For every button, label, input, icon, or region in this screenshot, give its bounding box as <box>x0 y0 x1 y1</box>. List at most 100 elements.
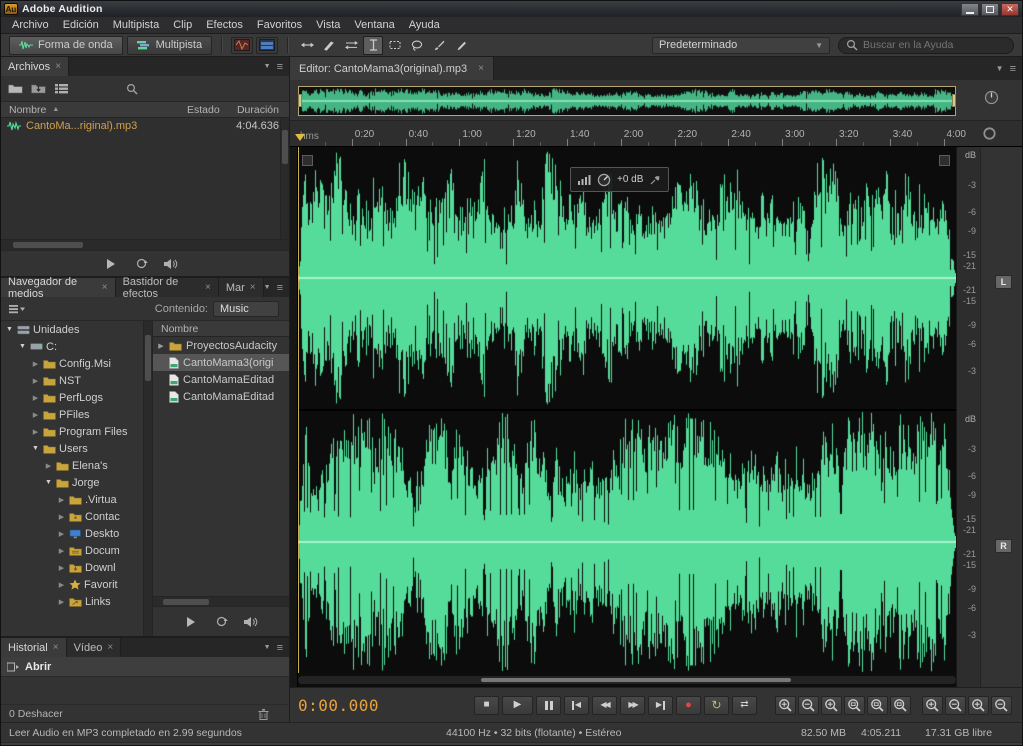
panel-menu-icon[interactable]: ≡ <box>277 642 283 654</box>
zoom-out-button[interactable] <box>798 696 819 715</box>
expand-icon[interactable]: ▶ <box>57 496 66 504</box>
open-folder-button[interactable] <box>5 80 25 98</box>
expand-icon[interactable]: ▶ <box>57 581 66 589</box>
play-button[interactable] <box>101 255 121 273</box>
corner-toggle-icon[interactable] <box>302 155 313 166</box>
tree-item-docum[interactable]: ▶Docum <box>1 542 152 559</box>
expand-icon[interactable]: ▶ <box>57 547 66 555</box>
tree-item-deskto[interactable]: ▶Deskto <box>1 525 152 542</box>
help-search-box[interactable] <box>838 37 1014 54</box>
tree-item-jorge[interactable]: ▼Jorge <box>1 474 152 491</box>
tree-vertical-scrollbar[interactable] <box>143 321 152 636</box>
files-horizontal-scrollbar[interactable] <box>1 239 289 250</box>
panel-filter-button[interactable] <box>7 300 27 318</box>
waveform-display[interactable]: +0 dB <box>298 147 956 687</box>
tree-item-downl[interactable]: ▶Downl <box>1 559 152 576</box>
skip-selection-button[interactable]: ⇄ <box>732 696 757 715</box>
db-scale-ruler[interactable]: dB-3-6-9-15-21-21-15-9-6-3dB-3-6-9-15-21… <box>956 147 980 687</box>
tree-item-contac[interactable]: ▶Contac <box>1 508 152 525</box>
help-search-input[interactable] <box>863 39 993 51</box>
multipista-button[interactable]: Multipista <box>127 36 212 55</box>
editor-tab[interactable]: Editor: CantoMama3(original).mp3 × <box>290 57 494 80</box>
expand-icon[interactable]: ▶ <box>31 377 40 385</box>
tree-item-favorit[interactable]: ▶Favorit <box>1 576 152 593</box>
tree-item-unidades[interactable]: ▼Unidades <box>1 321 152 338</box>
record-button[interactable]: ● <box>676 696 701 715</box>
zoom-right-edge-button[interactable] <box>890 696 911 715</box>
zoom-in-button[interactable] <box>775 696 796 715</box>
panel-menu-icon[interactable]: ≡ <box>1010 63 1016 75</box>
pause-button[interactable] <box>536 696 561 715</box>
paintbrush-tool-button[interactable] <box>429 36 449 55</box>
vertical-zoom-out-button[interactable] <box>945 696 966 715</box>
horizontal-zoom-out-button[interactable] <box>991 696 1012 715</box>
tree-item-program-files[interactable]: ▶Program Files <box>1 423 152 440</box>
workspace-dropdown[interactable]: Predeterminado ▼ <box>652 37 830 54</box>
timeline-ruler[interactable]: hms 0:200:401:001:201:402:002:202:403:00… <box>290 120 1022 147</box>
right-channel-waveform[interactable] <box>298 411 956 673</box>
left-channel-badge[interactable]: L <box>995 275 1012 289</box>
knob-icon[interactable] <box>984 90 999 105</box>
history-tab-video[interactable]: Vídeo× <box>67 638 122 657</box>
menu-multipista[interactable]: Multipista <box>106 19 166 31</box>
time-selection-tool-button[interactable] <box>363 36 383 55</box>
close-icon[interactable]: × <box>107 642 113 653</box>
files-tab-archivos[interactable]: Archivos× <box>1 57 69 76</box>
waveform-scrollbar[interactable] <box>298 676 956 684</box>
right-channel-badge[interactable]: R <box>995 539 1012 553</box>
panel-menu-icon[interactable]: ≡ <box>277 61 283 73</box>
move-tool-button[interactable] <box>297 36 317 55</box>
menu-ayuda[interactable]: Ayuda <box>402 19 447 31</box>
expand-icon[interactable]: ▶ <box>31 411 40 419</box>
tree-item-elena-s[interactable]: ▶Elena's <box>1 457 152 474</box>
expand-icon[interactable]: ▶ <box>157 342 165 350</box>
list-view-button[interactable] <box>51 80 71 98</box>
close-icon[interactable]: × <box>53 642 59 653</box>
close-icon[interactable]: × <box>478 63 484 74</box>
tree-item-config-msi[interactable]: ▶Config.Msi <box>1 355 152 372</box>
tree-item-virtua[interactable]: ▶.Virtua <box>1 491 152 508</box>
lasso-tool-button[interactable] <box>407 36 427 55</box>
overview-waveform[interactable] <box>298 86 956 116</box>
expand-icon[interactable]: ▶ <box>31 360 40 368</box>
media-item-proyectosaudacity[interactable]: ▶ProyectosAudacity <box>153 337 289 354</box>
file-row[interactable]: CantoMa...riginal).mp34:04.636 <box>1 118 289 134</box>
media-tab-mar[interactable]: Mar× <box>219 278 264 297</box>
media-item-cantomamaeditad[interactable]: CantoMamaEditad <box>153 388 289 405</box>
fast-forward-button[interactable]: ▶▶ <box>620 696 645 715</box>
skip-forward-button[interactable]: ▶ <box>648 696 673 715</box>
menu-efectos[interactable]: Efectos <box>199 19 250 31</box>
media-item-cantomama3-origi[interactable]: CantoMama3(origi <box>153 354 289 371</box>
skip-back-button[interactable]: ◀ <box>564 696 589 715</box>
zoom-selection-button[interactable] <box>844 696 865 715</box>
overview-left-handle[interactable] <box>298 94 302 107</box>
menu-favoritos[interactable]: Favoritos <box>250 19 309 31</box>
loop-button[interactable] <box>131 255 151 273</box>
spectral-display-button[interactable] <box>256 37 278 54</box>
volume-knob-icon[interactable] <box>597 173 611 187</box>
playhead-marker[interactable] <box>295 134 305 146</box>
expand-icon[interactable]: ▶ <box>57 564 66 572</box>
tree-item-pfiles[interactable]: ▶PFiles <box>1 406 152 423</box>
expand-icon[interactable]: ▶ <box>44 462 53 470</box>
expand-icon[interactable]: ▶ <box>31 394 40 402</box>
vertical-zoom-in-button[interactable] <box>922 696 943 715</box>
chevron-down-icon[interactable]: ▼ <box>264 284 271 291</box>
marquee-tool-button[interactable] <box>385 36 405 55</box>
collapse-icon[interactable]: ▼ <box>44 479 53 486</box>
zoom-in-selection-button[interactable] <box>821 696 842 715</box>
razor-tool-button[interactable] <box>319 36 339 55</box>
media-horizontal-scrollbar[interactable] <box>153 596 289 606</box>
menu-vista[interactable]: Vista <box>309 19 347 31</box>
maximize-button[interactable] <box>981 3 999 16</box>
auto-play-button[interactable] <box>161 255 181 273</box>
minimize-button[interactable] <box>961 3 979 16</box>
chevron-down-icon[interactable]: ▼ <box>996 64 1004 73</box>
pin-icon[interactable] <box>649 174 661 186</box>
menu-ventana[interactable]: Ventana <box>347 19 401 31</box>
chevron-down-icon[interactable]: ▼ <box>264 63 271 70</box>
media-item-cantomamaeditad[interactable]: CantoMamaEditad <box>153 371 289 388</box>
collapse-icon[interactable]: ▼ <box>31 445 40 452</box>
trash-button[interactable] <box>253 705 273 723</box>
column-estado[interactable]: Estado <box>187 104 229 116</box>
